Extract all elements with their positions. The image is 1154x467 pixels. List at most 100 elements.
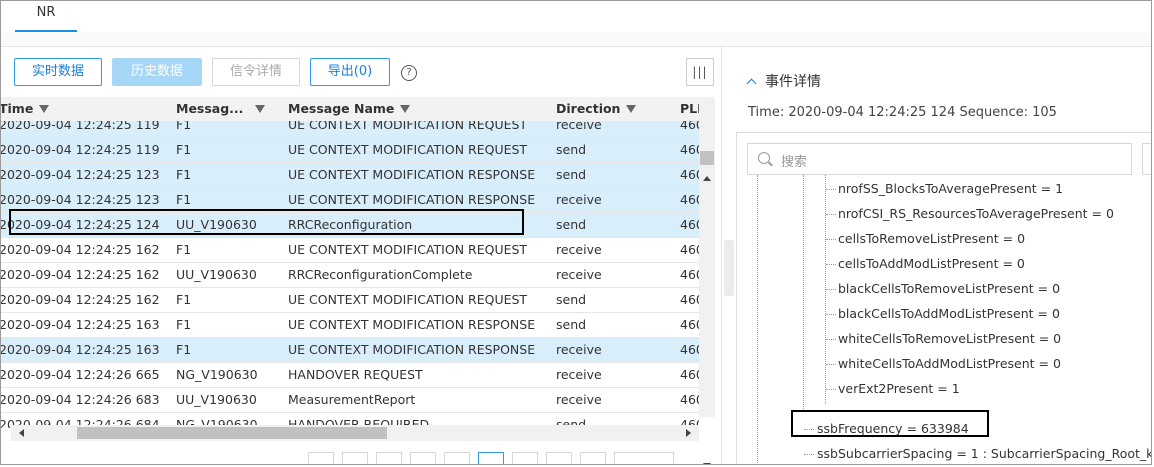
cell-message-name: UE CONTEXT MODIFICATION RESPONSE [288,167,536,182]
message-list-pane: 实时数据 历史数据 信令详情 导出(0) ? ||| Time Messag..… [1,47,721,464]
cell-plmn: 460 [680,242,699,257]
tree-node[interactable]: nrofCSI_RS_ResourcesToAveragePresent = 0 [838,206,1114,221]
cell-message-name: UE CONTEXT MODIFICATION RESPONSE [288,317,536,332]
filter-icon[interactable] [626,104,637,113]
header-time[interactable]: Time [1,97,50,121]
pager-button[interactable] [546,452,572,464]
history-data-button[interactable]: 历史数据 [112,58,202,86]
cell-message-name: UE CONTEXT MODIFICATION REQUEST [288,142,528,157]
column-settings-button[interactable]: ||| [686,58,714,86]
cell-message-name: MeasurementReport [288,392,416,407]
pager-button[interactable] [342,452,368,464]
cell-time: 2020-09-04 12:24:26 683 [1,392,160,407]
pager-current-page[interactable] [478,452,504,464]
cell-plmn: 460 [680,142,699,157]
vertical-scrollbar[interactable] [699,97,715,464]
cell-direction: receive [556,392,602,407]
filter-icon[interactable] [255,104,266,113]
pager-button[interactable] [376,452,402,464]
scroll-thumb[interactable] [700,151,714,165]
tree-node-ssb-subcarrier[interactable]: ssbSubcarrierSpacing = 1 : SubcarrierSpa… [817,446,1151,461]
cell-direction: receive [556,267,602,282]
table-row[interactable]: 2020-09-04 12:24:25 163 F1 UE CONTEXT MODI… [1,338,699,363]
cell-direction: receive [556,192,602,207]
pager-button[interactable] [308,452,334,464]
table-row[interactable]: 2020-09-04 12:24:25 162 F1 UE CONTEXT MODI… [1,238,699,263]
search-input[interactable]: 搜索 [747,143,1132,175]
tree-node[interactable]: nrofSS_BlocksToAveragePresent = 1 [838,181,1063,196]
tree-connector [826,189,836,190]
search-side-button[interactable] [1142,143,1151,175]
scroll-left-icon[interactable] [19,429,24,437]
tree-node[interactable]: cellsToAddModListPresent = 0 [838,256,1025,271]
tree-node[interactable]: whiteCellsToAddModListPresent = 0 [838,356,1061,371]
cell-direction: send [556,142,587,157]
cell-message-name: UE CONTEXT MODIFICATION RESPONSE [288,342,536,357]
header-direction[interactable]: Direction [556,97,637,121]
table-row[interactable]: 2020-09-04 12:24:25 119 F1 UE CONTEXT MODI… [1,121,699,138]
tree-node[interactable]: whiteCellsToRemoveListPresent = 0 [838,331,1061,346]
tree-node[interactable]: cellsToRemoveListPresent = 0 [838,231,1025,246]
tree-node[interactable]: blackCellsToAddModListPresent = 0 [838,306,1060,321]
scroll-up-icon[interactable] [703,176,711,181]
tree-connector [826,314,836,315]
table-row[interactable]: 2020-09-04 12:24:25 163 F1 UE CONTEXT MODI… [1,313,699,338]
pager-button[interactable] [580,452,606,464]
tree-node[interactable]: verExt2Present = 1 [838,381,960,396]
export-button[interactable]: 导出(0) [310,58,390,86]
pager-button[interactable] [512,452,538,464]
cell-message-name: UE CONTEXT MODIFICATION REQUEST [288,242,528,257]
pager-size-select[interactable] [614,452,674,464]
scroll-right-icon[interactable] [686,429,691,437]
realtime-data-button[interactable]: 实时数据 [14,58,102,86]
cell-plmn: 460 [680,392,699,407]
tree-connector [826,239,836,240]
cell-direction: send [556,292,587,307]
cell-message-type: F1 [176,342,192,357]
header-message-type[interactable]: Messag... [176,97,266,121]
tree-connector [826,389,836,390]
cell-plmn: 460 [680,217,699,232]
table-row[interactable]: 2020-09-04 12:24:25 123 F1 UE CONTEXT MODI… [1,163,699,188]
cell-message-type: F1 [176,292,192,307]
table-row[interactable]: 2020-09-04 12:24:25 119 F1 UE CONTEXT MODI… [1,138,699,163]
tree-node[interactable]: blackCellsToRemoveListPresent = 0 [838,281,1060,296]
pager-button[interactable] [444,452,470,464]
tab-nr[interactable]: NR [15,1,77,32]
cell-plmn: 460 [680,317,699,332]
horizontal-scrollbar[interactable] [11,425,699,441]
event-meta: Time: 2020-09-04 12:24:25 124 Sequence: … [748,105,1057,120]
signal-detail-button: 信令详情 [212,58,300,86]
message-table-body: 2020-09-04 12:24:25 119 F1 UE CONTEXT MODI… [1,121,699,428]
table-row[interactable]: 2020-09-04 12:24:26 665 NG_V190630 HANDOVE… [1,363,699,388]
selected-row-outline [9,209,524,235]
filter-icon[interactable] [39,104,50,113]
filter-icon[interactable] [400,104,411,113]
cell-time: 2020-09-04 12:24:26 665 [1,367,160,382]
header-plmn[interactable]: PLI [680,97,700,121]
table-row[interactable]: 2020-09-04 12:24:25 162 UU_V190630 RRCReco… [1,263,699,288]
pane-splitter[interactable] [721,47,736,464]
cell-plmn: 460 [680,267,699,282]
cell-time: 2020-09-04 12:24:25 162 [1,242,160,257]
cell-message-type: NG_V190630 [176,367,258,382]
header-message-name[interactable]: Message Name [288,97,411,121]
tree-connector [804,454,814,455]
ssb-frequency-outline [791,410,989,437]
cell-message-name: HANDOVER REQUEST [288,367,423,382]
cell-direction: receive [556,242,602,257]
scroll-thumb[interactable] [77,427,387,439]
pager-button[interactable] [410,452,436,464]
cell-time: 2020-09-04 12:24:25 162 [1,267,160,282]
splitter-handle[interactable] [724,240,734,296]
table-row[interactable]: 2020-09-04 12:24:25 162 F1 UE CONTEXT MODI… [1,288,699,313]
cell-plmn: 460 [680,342,699,357]
chevron-up-icon[interactable] [746,78,757,89]
tree-guide [757,175,758,464]
table-row[interactable]: 2020-09-04 12:24:26 683 UU_V190630 Measure… [1,388,699,413]
scroll-down-icon[interactable] [703,463,711,464]
cell-message-name: UE CONTEXT MODIFICATION REQUEST [288,292,528,307]
cell-message-type: UU_V190630 [176,392,257,407]
help-icon[interactable]: ? [401,65,417,81]
event-details-header[interactable]: 事件详情 [746,71,821,91]
